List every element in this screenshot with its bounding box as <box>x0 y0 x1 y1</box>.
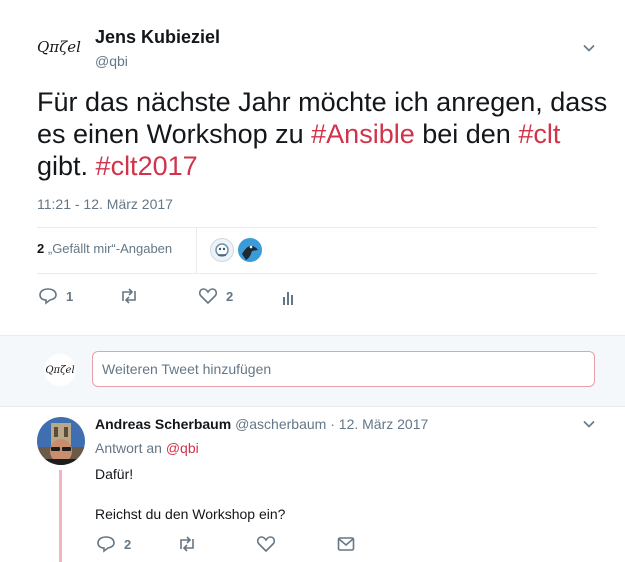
person-photo-icon <box>37 417 85 465</box>
thread-line <box>59 470 62 562</box>
like-button[interactable]: 2 <box>198 287 233 305</box>
reply-count: 2 <box>124 536 132 552</box>
retweet-icon[interactable] <box>176 535 198 553</box>
reply-text: Dafür! Reichst du den Workshop ein? <box>95 464 285 524</box>
reply-prefix: Antwort an <box>95 440 162 456</box>
liker-avatar[interactable] <box>238 238 262 262</box>
divider <box>196 228 197 273</box>
like-count: 2 <box>226 288 234 304</box>
heart-icon[interactable] <box>256 535 276 553</box>
reply-button[interactable]: 2 <box>96 535 131 553</box>
reply-icon <box>39 288 57 305</box>
hashtag-ansible[interactable]: #Ansible <box>311 119 415 149</box>
likes-label: „Gefällt mir“-Angaben <box>47 241 173 256</box>
reply-to-handle[interactable]: @qbi <box>166 440 199 456</box>
reply-icon <box>97 536 115 553</box>
tweet-text-part: gibt. <box>37 151 96 181</box>
likes-count: 2 <box>37 241 45 256</box>
penguin-icon <box>242 245 258 260</box>
chevron-down-icon[interactable] <box>582 417 596 431</box>
divider <box>37 227 597 228</box>
reply-date[interactable]: 12. März 2017 <box>339 416 429 432</box>
divider <box>37 273 597 274</box>
reply-author-name[interactable]: Andreas Scherbaum <box>95 416 231 432</box>
author-avatar[interactable]: Qπζel <box>37 38 87 60</box>
reply-context: Antwort an @qbi <box>95 440 199 456</box>
robot-icon <box>215 243 229 257</box>
separator: · <box>330 416 335 432</box>
likes-stat[interactable]: 2 „Gefällt mir“-Angaben <box>37 241 172 256</box>
add-tweet-input[interactable]: Weiteren Tweet hinzufügen <box>92 351 595 387</box>
author-name[interactable]: Jens Kubieziel <box>95 27 220 48</box>
author-handle[interactable]: @qbi <box>95 53 128 69</box>
hashtag-clt[interactable]: #clt <box>518 119 560 149</box>
retweet-button[interactable] <box>118 287 148 305</box>
tweet-text-part: bei den <box>414 119 519 149</box>
liker-avatar[interactable] <box>210 238 234 262</box>
tweet-text: Für das nächste Jahr möchte ich anregen,… <box>37 86 612 182</box>
hashtag-clt2017[interactable]: #clt2017 <box>96 151 198 181</box>
tweet-timestamp[interactable]: 11:21 - 12. März 2017 <box>37 196 173 212</box>
reply-author-avatar[interactable] <box>37 417 85 465</box>
analytics-icon[interactable] <box>281 289 295 305</box>
reply-button[interactable]: 1 <box>38 287 73 305</box>
reply-count: 1 <box>66 288 74 304</box>
reply-header: Andreas Scherbaum @ascherbaum · 12. März… <box>95 416 428 432</box>
compose-avatar: Qπζel <box>44 354 76 386</box>
mail-icon[interactable] <box>337 536 355 552</box>
chevron-down-icon[interactable] <box>582 41 596 55</box>
retweet-icon <box>122 288 136 304</box>
reply-author-handle[interactable]: @ascherbaum <box>235 416 326 432</box>
reply-line: Reichst du den Workshop ein? <box>95 506 286 522</box>
reply-line: Dafür! <box>95 466 134 482</box>
heart-icon <box>198 288 218 305</box>
